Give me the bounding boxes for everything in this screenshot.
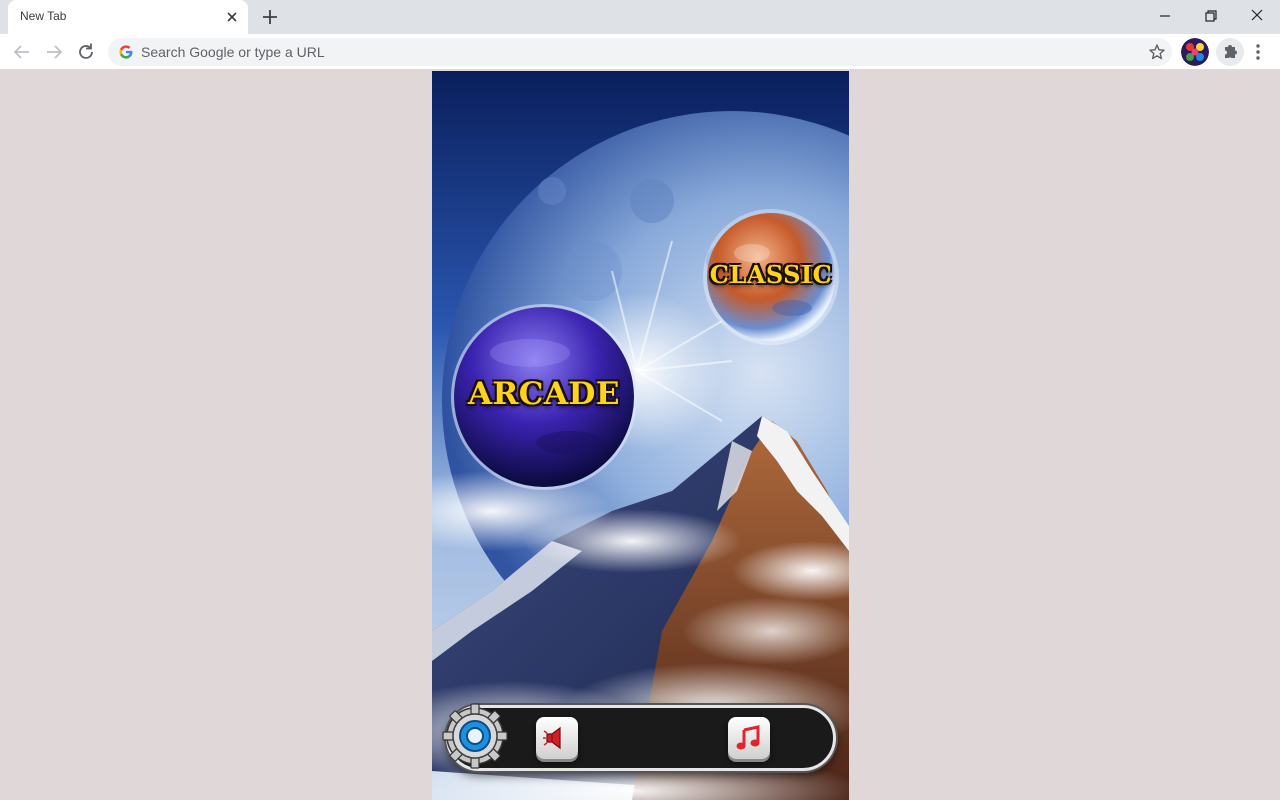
back-icon[interactable] [10,40,34,64]
star-icon[interactable] [1148,43,1166,61]
classic-label: CLASSIC [709,260,833,289]
close-icon[interactable] [224,9,240,25]
settings-gear-icon[interactable] [442,703,508,769]
minimize-icon[interactable] [1153,5,1177,27]
arcade-label: ARCADE [467,376,621,412]
window-close-icon[interactable] [1245,5,1269,27]
avatar[interactable] [1181,38,1209,66]
forward-icon[interactable] [42,40,66,64]
music-note-icon [736,725,760,750]
omnibox[interactable] [108,38,1172,66]
plus-icon[interactable] [260,7,280,27]
classic-mode-button[interactable]: CLASSIC [702,208,840,346]
tab-new-tab[interactable]: New Tab [8,0,248,34]
game-canvas[interactable]: CLASSIC ARCADE [432,71,849,800]
browser-toolbar [0,34,1280,70]
extensions-icon[interactable] [1216,38,1244,66]
sound-icon [543,726,561,750]
tab-strip: New Tab [0,0,1280,34]
music-button[interactable] [728,717,770,759]
google-icon [119,45,133,59]
arcade-mode-button[interactable]: ARCADE [450,303,638,491]
menu-icon[interactable] [1250,42,1266,62]
sound-button[interactable] [536,717,578,759]
tab-title: New Tab [20,9,67,23]
reload-icon[interactable] [74,40,98,64]
restore-icon[interactable] [1199,5,1223,27]
search-input[interactable] [141,42,1121,62]
